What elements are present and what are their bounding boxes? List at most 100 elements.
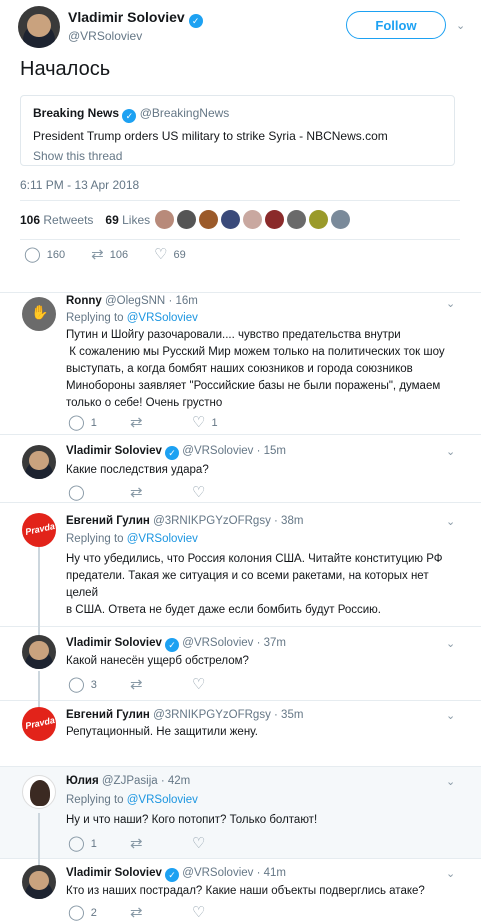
retweet-action[interactable]: ⇄ [130,485,192,500]
liker-avatar[interactable] [243,210,262,229]
like-action[interactable]: ♡ 1 [192,415,218,430]
chevron-down-icon[interactable]: ⌄ [446,445,455,458]
liker-avatar[interactable] [221,210,240,229]
reply-author-name[interactable]: Vladimir Soloviev [66,445,162,457]
reply-author-name[interactable]: Vladimir Soloviev [66,637,162,649]
reply-author-handle[interactable]: @VRSoloviev [182,867,253,879]
reply-author-handle[interactable]: @ZJPasija [102,775,158,787]
reply-action[interactable]: ◯ 160 [24,247,65,262]
reply-author-row: Vladimir Soloviev ✓ @VRSoloviev · 41m [66,867,286,882]
reply-text-line: выступать, а когда бомбят наших союзнико… [66,363,413,375]
avatar[interactable] [22,297,56,331]
avatar[interactable] [18,6,60,48]
retweets-stat[interactable]: 106 Retweets [20,213,93,227]
avatar[interactable] [22,775,56,809]
likes-label: Likes [122,213,151,227]
liker-avatar[interactable] [199,210,218,229]
reply-time[interactable]: · 35m [274,709,303,721]
reply-time[interactable]: · 37m [257,637,286,649]
retweet-icon: ⇄ [130,676,143,693]
reply-author-handle[interactable]: @3RNIKPGYzOFRgsy [153,709,271,721]
liker-avatar[interactable] [287,210,306,229]
reply-actions: ◯ 3 ⇄ ♡ [68,677,205,692]
chevron-down-icon[interactable]: ⌄ [446,709,455,722]
avatar[interactable] [22,445,56,479]
reply-author-handle[interactable]: @3RNIKPGYzOFRgsy [153,515,271,527]
like-action[interactable]: ♡ [192,677,205,692]
liker-avatar[interactable] [155,210,174,229]
reply-tweet[interactable]: Юлия @ZJPasija · 42m ⌄ Replying to @VRSo… [0,767,481,859]
reply-author-handle[interactable]: @VRSoloviev [182,637,253,649]
reply-tweet[interactable]: Евгений Гулин @3RNIKPGYzOFRgsy · 38m ⌄ R… [0,503,481,627]
thread-line [38,813,40,859]
like-action[interactable]: ♡ [192,485,205,500]
replying-to-handle[interactable]: @VRSoloviev [127,533,198,545]
chevron-down-icon[interactable]: ⌄ [446,775,455,788]
reply-action[interactable]: ◯ [68,485,130,500]
reply-actions: ◯ 1 ⇄ ♡ 1 [68,415,218,430]
reply-icon: ◯ [68,414,85,431]
reply-action[interactable]: ◯ 1 [68,836,130,851]
show-thread-link[interactable]: Show this thread [33,149,442,163]
reply-author-row: Vladimir Soloviev ✓ @VRSoloviev · 15m [66,445,286,460]
reply-text-line: К сожалению мы Русский Мир можем только … [66,346,445,358]
reply-author-row: Евгений Гулин @3RNIKPGYzOFRgsy · 35m [66,709,303,721]
reply-tweet[interactable]: Vladimir Soloviev ✓ @VRSoloviev · 15m ⌄ … [0,435,481,503]
liker-avatar[interactable] [331,210,350,229]
retweet-action[interactable]: ⇄ [130,677,192,692]
replying-to: Replying to @VRSoloviev [66,794,198,806]
replying-to-handle[interactable]: @VRSoloviev [127,794,198,806]
reply-tweet[interactable]: Vladimir Soloviev ✓ @VRSoloviev · 41m ⌄ … [0,859,481,920]
reply-time[interactable]: · 15m [257,445,286,457]
reply-tweet[interactable]: Ronny @OlegSNN · 16m ⌄ Replying to @VRSo… [0,293,481,435]
reply-author-name[interactable]: Vladimir Soloviev [66,867,162,879]
avatar[interactable] [22,865,56,899]
quoted-tweet[interactable]: Breaking News ✓ @BreakingNews President … [20,95,455,166]
reply-time[interactable]: · 41m [257,867,286,879]
chevron-down-icon[interactable]: ⌄ [446,637,455,650]
tweet-timestamp[interactable]: 6:11 PM - 13 Apr 2018 [20,178,139,192]
reply-time[interactable]: · 42m [161,775,190,787]
reply-author-name[interactable]: Ronny [66,295,102,307]
reply-actions: ◯ 1 ⇄ ♡ [68,836,205,851]
reply-time[interactable]: · 16m [168,295,197,307]
reply-author-name[interactable]: Евгений Гулин [66,515,150,527]
retweet-action[interactable]: ⇄ [130,836,192,851]
chevron-down-icon[interactable]: ⌄ [446,867,455,880]
liker-avatar[interactable] [177,210,196,229]
reply-author-row: Ronny @OlegSNN · 16m [66,295,198,307]
liker-avatar[interactable] [265,210,284,229]
reply-time[interactable]: · 38m [274,515,303,527]
reply-tweet[interactable]: Vladimir Soloviev ✓ @VRSoloviev · 37m ⌄ … [0,627,481,701]
likes-stat[interactable]: 69 Likes [105,213,150,227]
retweet-action[interactable]: ⇄ [130,905,192,920]
retweet-action[interactable]: ⇄ [130,415,192,430]
author-handle[interactable]: @VRSoloviev [68,29,142,43]
author-name[interactable]: Vladimir Soloviev [68,9,185,25]
liker-avatar[interactable] [309,210,328,229]
like-action[interactable]: ♡ 69 [154,247,186,262]
reply-author-name[interactable]: Юлия [66,775,99,787]
chevron-down-icon[interactable]: ⌄ [446,515,455,528]
thread-line [38,671,40,701]
retweet-action[interactable]: ⇄ 106 [91,247,128,262]
reply-author-handle[interactable]: @VRSoloviev [182,445,253,457]
follow-button[interactable]: Follow [346,11,446,39]
reply-tweet[interactable]: Евгений Гулин @3RNIKPGYzOFRgsy · 35m ⌄ Р… [0,701,481,767]
chevron-down-icon[interactable]: ⌄ [446,297,455,310]
replying-to-handle[interactable]: @VRSoloviev [127,312,198,324]
reply-author-name[interactable]: Евгений Гулин [66,709,150,721]
avatar[interactable] [22,635,56,669]
reply-count: 1 [90,416,97,429]
author-name-row[interactable]: Vladimir Soloviev ✓ [68,9,203,28]
avatar[interactable] [22,707,56,741]
reply-action[interactable]: ◯ 2 [68,905,130,920]
avatar[interactable] [22,513,56,547]
reply-actions: ◯ ⇄ ♡ [68,485,205,500]
like-action[interactable]: ♡ [192,905,205,920]
chevron-down-icon[interactable]: ⌄ [456,19,465,32]
reply-action[interactable]: ◯ 1 [68,415,130,430]
like-action[interactable]: ♡ [192,836,205,851]
reply-author-handle[interactable]: @OlegSNN [105,295,165,307]
reply-action[interactable]: ◯ 3 [68,677,130,692]
